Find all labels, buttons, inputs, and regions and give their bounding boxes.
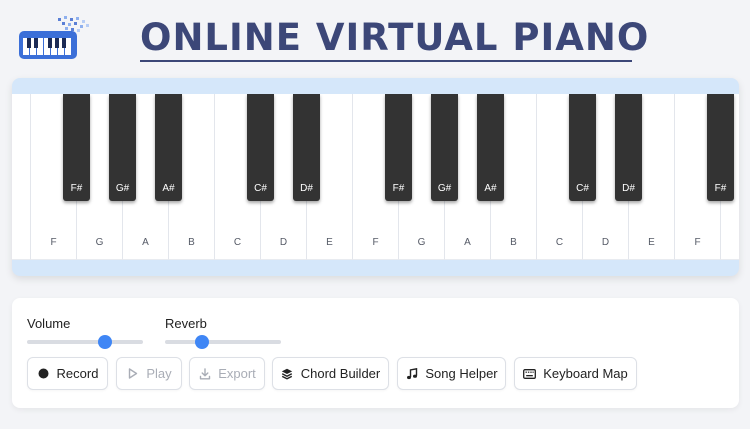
piano-logo-icon [18, 14, 90, 62]
black-key-label: C# [576, 183, 589, 194]
black-key[interactable]: C# [569, 94, 596, 201]
volume-slider[interactable] [27, 335, 143, 349]
play-icon [126, 367, 139, 380]
white-key-label: D [601, 237, 610, 248]
reverb-control: Reverb [165, 316, 281, 349]
music-note-icon [405, 367, 418, 380]
white-key-label: F [694, 237, 701, 248]
white-key-label: E [648, 237, 655, 248]
black-key[interactable]: G# [431, 94, 458, 201]
black-key[interactable]: A# [477, 94, 504, 201]
export-button-label: Export [218, 366, 256, 381]
white-key-label: F [50, 237, 57, 248]
piano-keyboard: F G A B C D E F G A B C D E F F# G# A# C# D# F# G# A# C# D# F# [12, 78, 739, 276]
page-title: ONLINE VIRTUAL PIANO [140, 16, 650, 59]
black-key-label: G# [115, 183, 130, 194]
black-key[interactable]: A# [155, 94, 182, 201]
song-helper-button-label: Song Helper [425, 366, 498, 381]
black-key[interactable]: D# [615, 94, 642, 201]
white-key[interactable] [12, 94, 31, 260]
black-key-label: A# [162, 183, 175, 194]
white-key-label: G [417, 237, 426, 248]
keyboard-icon [523, 367, 537, 380]
title-underline [140, 60, 632, 62]
black-key-label: F# [714, 183, 727, 194]
chord-builder-button[interactable]: Chord Builder [272, 357, 389, 390]
play-button[interactable]: Play [116, 357, 182, 390]
white-key-label: G [95, 237, 104, 248]
reverb-label: Reverb [165, 316, 207, 331]
volume-slider-thumb[interactable] [97, 335, 112, 349]
black-key-label: F# [70, 183, 83, 194]
white-key-label: B [188, 237, 195, 248]
white-key-label: B [510, 237, 517, 248]
black-key-label: G# [437, 183, 452, 194]
keyboard-map-button-label: Keyboard Map [543, 366, 628, 381]
white-key-label: D [279, 237, 288, 248]
download-icon [198, 367, 211, 380]
export-button[interactable]: Export [189, 357, 265, 390]
song-helper-button[interactable]: Song Helper [397, 357, 506, 390]
black-key-label: F# [392, 183, 405, 194]
black-key[interactable]: G# [109, 94, 136, 201]
chord-builder-button-label: Chord Builder [300, 366, 381, 381]
black-key-label: D# [622, 183, 635, 194]
volume-label: Volume [27, 316, 71, 331]
controls-panel: Volume Reverb Record Play Export Chord B… [12, 298, 739, 408]
white-key-label: C [233, 237, 242, 248]
play-button-label: Play [146, 366, 172, 381]
piano-keys: F G A B C D E F G A B C D E F F# G# A# C# D# F# G# A# C# D# F# [12, 94, 739, 260]
black-key[interactable]: D# [293, 94, 320, 201]
white-key-label: E [326, 237, 333, 248]
layers-icon [281, 367, 294, 380]
black-key[interactable]: F# [707, 94, 734, 201]
white-key-label: F [372, 237, 379, 248]
black-key-label: D# [300, 183, 313, 194]
white-key-label: A [464, 237, 471, 248]
record-dot-icon [37, 367, 50, 380]
record-button-label: Record [56, 366, 99, 381]
record-button[interactable]: Record [27, 357, 108, 390]
white-key-label: C [555, 237, 564, 248]
black-key[interactable]: F# [385, 94, 412, 201]
volume-control: Volume [27, 316, 143, 349]
black-key[interactable]: F# [63, 94, 90, 201]
white-key-label: A [142, 237, 149, 248]
reverb-slider-thumb[interactable] [195, 335, 210, 349]
black-key[interactable]: C# [247, 94, 274, 201]
black-key-label: A# [484, 183, 497, 194]
keyboard-map-button[interactable]: Keyboard Map [514, 357, 637, 390]
black-key-label: C# [254, 183, 267, 194]
reverb-slider[interactable] [165, 335, 281, 349]
